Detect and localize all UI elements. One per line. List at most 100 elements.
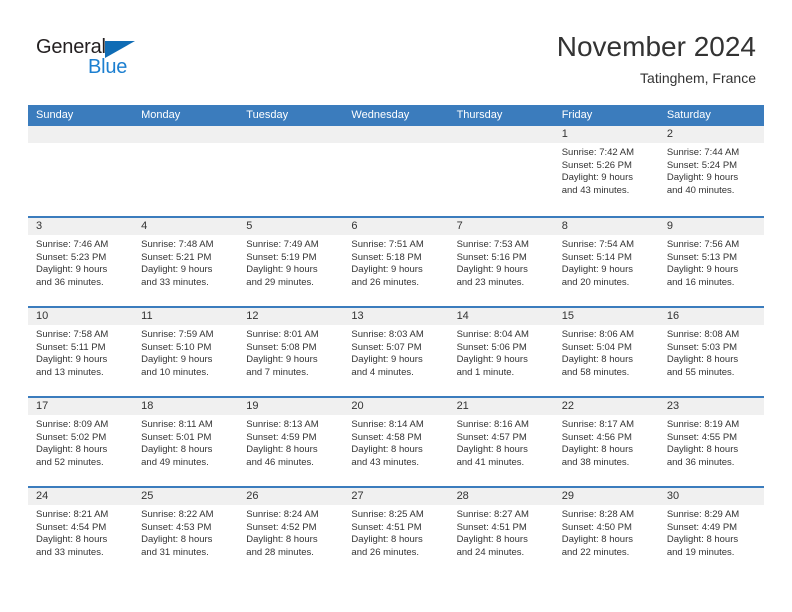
calendar-day-cell[interactable]: 2 Sunrise: 7:44 AM Sunset: 5:24 PM Daylight… [658,126,764,216]
day-detail-line: and 29 minutes. [246,276,314,288]
calendar-day-cell[interactable]: 28 Sunrise: 8:27 AM Sunset: 4:51 PM Dayligh… [448,488,554,576]
calendar-day-cell[interactable]: 12 Sunrise: 8:01 AM Sunset: 5:08 PM Dayligh… [238,308,344,396]
calendar-day-cell[interactable]: 4 Sunrise: 7:48 AM Sunset: 5:21 PM Daylight… [133,218,239,306]
calendar-day-cell[interactable]: 23 Sunrise: 8:19 AM Sunset: 4:55 PM Dayligh… [658,398,764,486]
calendar-day-cell-empty [448,126,554,216]
calendar-week-row: 24 Sunrise: 8:21 AM Sunset: 4:54 PM Dayligh… [28,486,764,576]
calendar-day-cell[interactable]: 21 Sunrise: 8:16 AM Sunset: 4:57 PM Dayligh… [448,398,554,486]
calendar-day-cell[interactable]: 11 Sunrise: 7:59 AM Sunset: 5:10 PM Dayligh… [133,308,239,396]
day-detail-line: Sunset: 4:49 PM [666,521,738,533]
day-detail-line: Sunrise: 7:53 AM [456,239,529,250]
calendar-day-cell[interactable]: 14 Sunrise: 8:04 AM Sunset: 5:06 PM Dayligh… [448,308,554,396]
day-detail-line: Sunset: 5:01 PM [141,431,212,443]
day-detail-line: Daylight: 9 hours [36,264,108,276]
day-details: Sunrise: 8:27 AM Sunset: 4:51 PM Daylight:… [449,505,554,559]
day-details: Sunrise: 7:49 AM Sunset: 5:19 PM Daylight:… [238,235,343,289]
day-detail-line: Sunset: 5:14 PM [561,251,632,263]
day-detail-line: Sunset: 5:18 PM [351,251,422,263]
calendar-day-cell[interactable]: 25 Sunrise: 8:22 AM Sunset: 4:53 PM Dayligh… [133,488,239,576]
day-detail-line: Sunset: 5:21 PM [141,251,212,263]
day-details: Sunrise: 8:03 AM Sunset: 5:07 PM Daylight:… [343,325,448,379]
day-detail-line: Sunrise: 8:21 AM [36,509,109,520]
day-detail-line: Sunrise: 8:13 AM [246,419,319,430]
calendar-day-cell[interactable]: 17 Sunrise: 8:09 AM Sunset: 5:02 PM Dayligh… [28,398,134,486]
day-detail-line: Sunset: 5:10 PM [141,341,212,353]
day-details: Sunrise: 8:28 AM Sunset: 4:50 PM Daylight:… [554,505,659,559]
day-detail-line: Sunrise: 8:28 AM [561,509,635,520]
weekday-header-tuesday: Tuesday [246,109,289,121]
calendar-day-cell[interactable]: 18 Sunrise: 8:11 AM Sunset: 5:01 PM Dayligh… [133,398,239,486]
calendar-day-cell[interactable]: 30 Sunrise: 8:29 AM Sunset: 4:49 PM Dayligh… [658,488,764,576]
day-number: 23 [658,398,764,415]
day-details: Sunrise: 7:42 AM Sunset: 5:26 PM Daylight:… [554,143,659,197]
day-details: Sunrise: 8:21 AM Sunset: 4:54 PM Daylight:… [28,505,133,559]
calendar-day-cell[interactable]: 6 Sunrise: 7:51 AM Sunset: 5:18 PM Daylight… [343,218,449,306]
calendar-week-row: 17 Sunrise: 8:09 AM Sunset: 5:02 PM Dayligh… [28,396,764,486]
calendar-day-cell[interactable]: 26 Sunrise: 8:24 AM Sunset: 4:52 PM Dayligh… [238,488,344,576]
calendar-day-cell[interactable]: 15 Sunrise: 8:06 AM Sunset: 5:04 PM Dayligh… [553,308,659,396]
day-number [448,126,554,143]
day-number: 7 [448,218,554,235]
day-number: 16 [658,308,764,325]
day-detail-line: Sunset: 5:26 PM [561,159,632,171]
calendar-day-cell[interactable]: 8 Sunrise: 7:54 AM Sunset: 5:14 PM Daylight… [553,218,659,306]
day-number [343,126,449,143]
day-detail-line: Sunset: 4:53 PM [141,521,212,533]
day-detail-line: and 24 minutes. [456,546,525,558]
weekday-header-wednesday: Wednesday [351,109,410,121]
day-detail-line: Daylight: 9 hours [666,264,739,276]
day-number: 28 [448,488,554,505]
day-detail-line: Sunrise: 7:54 AM [561,239,635,250]
calendar-day-cell[interactable]: 5 Sunrise: 7:49 AM Sunset: 5:19 PM Daylight… [238,218,344,306]
day-detail-line: Sunrise: 8:29 AM [666,509,740,520]
calendar-day-cell[interactable]: 19 Sunrise: 8:13 AM Sunset: 4:59 PM Dayligh… [238,398,344,486]
brand-logo[interactable]: General Blue [36,36,166,84]
day-details [133,143,238,147]
calendar-day-cell[interactable]: 29 Sunrise: 8:28 AM Sunset: 4:50 PM Dayligh… [553,488,659,576]
day-detail-line: Daylight: 9 hours [456,264,528,276]
day-detail-line: and 26 minutes. [351,546,420,558]
calendar-day-cell[interactable]: 1 Sunrise: 7:42 AM Sunset: 5:26 PM Daylight… [553,126,659,216]
day-details [449,143,554,147]
day-detail-line: Daylight: 8 hours [561,444,633,456]
day-detail-line: Sunrise: 7:51 AM [351,239,424,250]
day-details: Sunrise: 7:59 AM Sunset: 5:10 PM Daylight:… [133,325,238,379]
day-detail-line: Sunrise: 7:59 AM [141,329,214,340]
calendar-day-cell[interactable]: 16 Sunrise: 8:08 AM Sunset: 5:03 PM Dayligh… [658,308,764,396]
day-detail-line: Sunrise: 8:27 AM [456,509,529,520]
day-number: 5 [238,218,344,235]
day-number: 13 [343,308,449,325]
calendar-day-cell[interactable]: 3 Sunrise: 7:46 AM Sunset: 5:23 PM Daylight… [28,218,134,306]
day-detail-line: and 40 minutes. [666,184,735,196]
day-detail-line: Sunset: 4:51 PM [456,521,527,533]
day-details: Sunrise: 8:24 AM Sunset: 4:52 PM Daylight:… [238,505,343,559]
calendar-day-cell[interactable]: 20 Sunrise: 8:14 AM Sunset: 4:58 PM Dayligh… [343,398,449,486]
day-detail-line: and 52 minutes. [36,456,104,468]
calendar-day-cell[interactable]: 24 Sunrise: 8:21 AM Sunset: 4:54 PM Dayligh… [28,488,134,576]
weekday-header-friday: Friday [561,109,593,121]
calendar-day-cell-empty [133,126,239,216]
day-details: Sunrise: 8:01 AM Sunset: 5:08 PM Daylight:… [238,325,343,379]
calendar-day-cell[interactable]: 13 Sunrise: 8:03 AM Sunset: 5:07 PM Dayligh… [343,308,449,396]
calendar-day-cell[interactable]: 27 Sunrise: 8:25 AM Sunset: 4:51 PM Dayligh… [343,488,449,576]
day-details: Sunrise: 8:14 AM Sunset: 4:58 PM Daylight:… [343,415,448,469]
day-number: 8 [553,218,659,235]
calendar-day-cell[interactable]: 9 Sunrise: 7:56 AM Sunset: 5:13 PM Daylight… [658,218,764,306]
calendar-day-cell[interactable]: 10 Sunrise: 7:58 AM Sunset: 5:11 PM Dayligh… [28,308,134,396]
day-detail-line: Sunrise: 8:25 AM [351,509,424,520]
weekday-header-monday: Monday [141,109,181,121]
day-number: 26 [238,488,344,505]
day-detail-line: Sunset: 4:59 PM [246,431,317,443]
day-detail-line: Sunrise: 7:44 AM [666,147,740,158]
day-detail-line: and 23 minutes. [456,276,525,288]
weekday-header-sunday: Sunday [36,109,74,121]
calendar-day-cell[interactable]: 7 Sunrise: 7:53 AM Sunset: 5:16 PM Daylight… [448,218,554,306]
day-number: 11 [133,308,239,325]
day-detail-line: Daylight: 8 hours [666,354,739,366]
day-number: 30 [658,488,764,505]
day-detail-line: Daylight: 8 hours [141,444,213,456]
day-detail-line: Sunrise: 8:08 AM [666,329,740,340]
day-detail-line: Sunset: 5:03 PM [666,341,738,353]
day-detail-line: Daylight: 9 hours [246,354,318,366]
calendar-day-cell[interactable]: 22 Sunrise: 8:17 AM Sunset: 4:56 PM Dayligh… [553,398,659,486]
